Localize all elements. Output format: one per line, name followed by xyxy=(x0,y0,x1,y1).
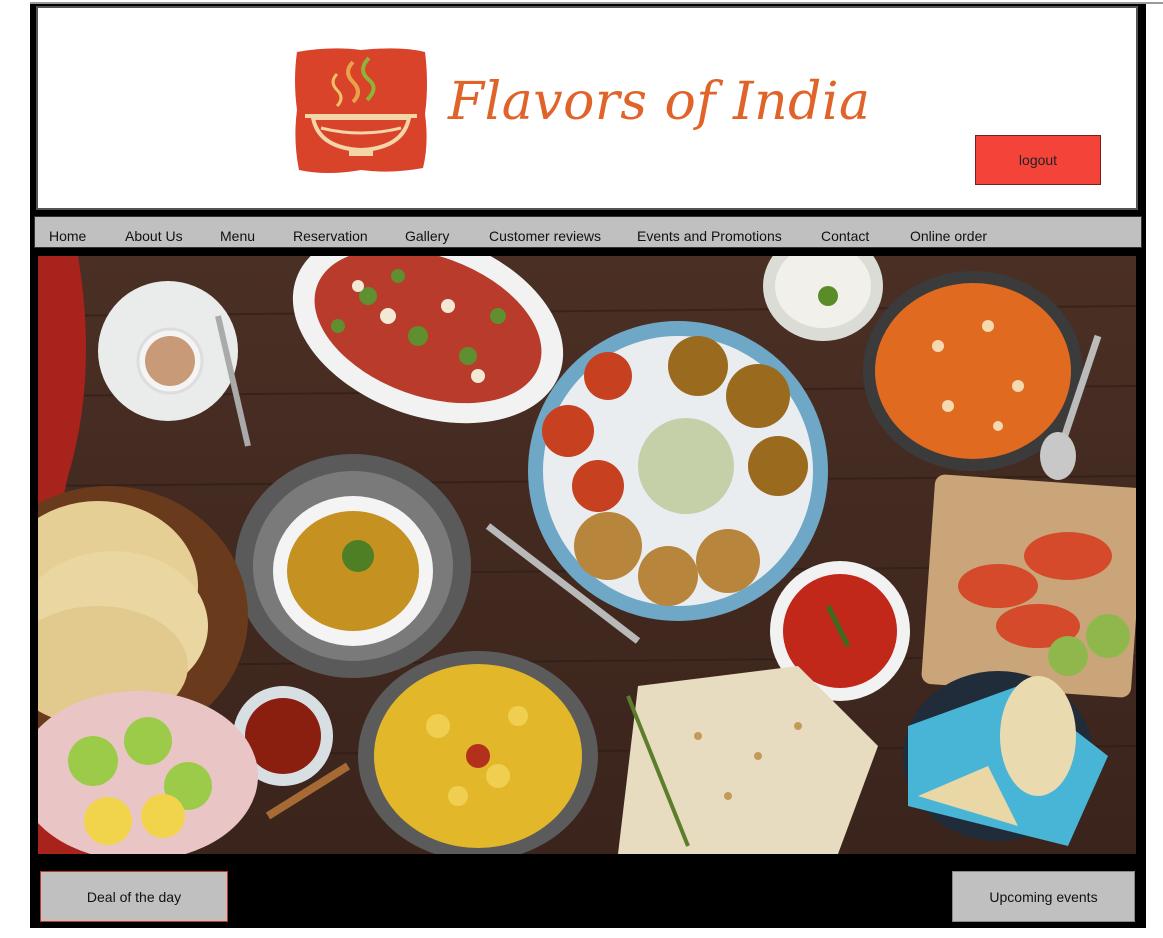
brand-name: Flavors of India xyxy=(448,72,871,132)
nav-item-menu[interactable]: Menu xyxy=(220,228,255,244)
nav-item-customer-reviews[interactable]: Customer reviews xyxy=(489,228,601,244)
upcoming-events-button[interactable]: Upcoming events xyxy=(952,871,1135,922)
steaming-bowl-icon xyxy=(295,48,427,173)
nav-item-home[interactable]: Home xyxy=(49,228,86,244)
brand-logo xyxy=(291,44,431,181)
deal-of-the-day-button[interactable]: Deal of the day xyxy=(40,871,228,922)
hero-food-image xyxy=(38,256,1136,854)
main-nav: Home About Us Menu Reservation Gallery C… xyxy=(34,216,1142,248)
nav-item-gallery[interactable]: Gallery xyxy=(405,228,449,244)
nav-item-events-promotions[interactable]: Events and Promotions xyxy=(637,228,782,244)
logout-button[interactable]: logout xyxy=(975,135,1101,185)
nav-item-contact[interactable]: Contact xyxy=(821,228,869,244)
nav-item-about-us[interactable]: About Us xyxy=(125,228,183,244)
nav-item-online-order[interactable]: Online order xyxy=(910,228,987,244)
nav-item-reservation[interactable]: Reservation xyxy=(293,228,368,244)
